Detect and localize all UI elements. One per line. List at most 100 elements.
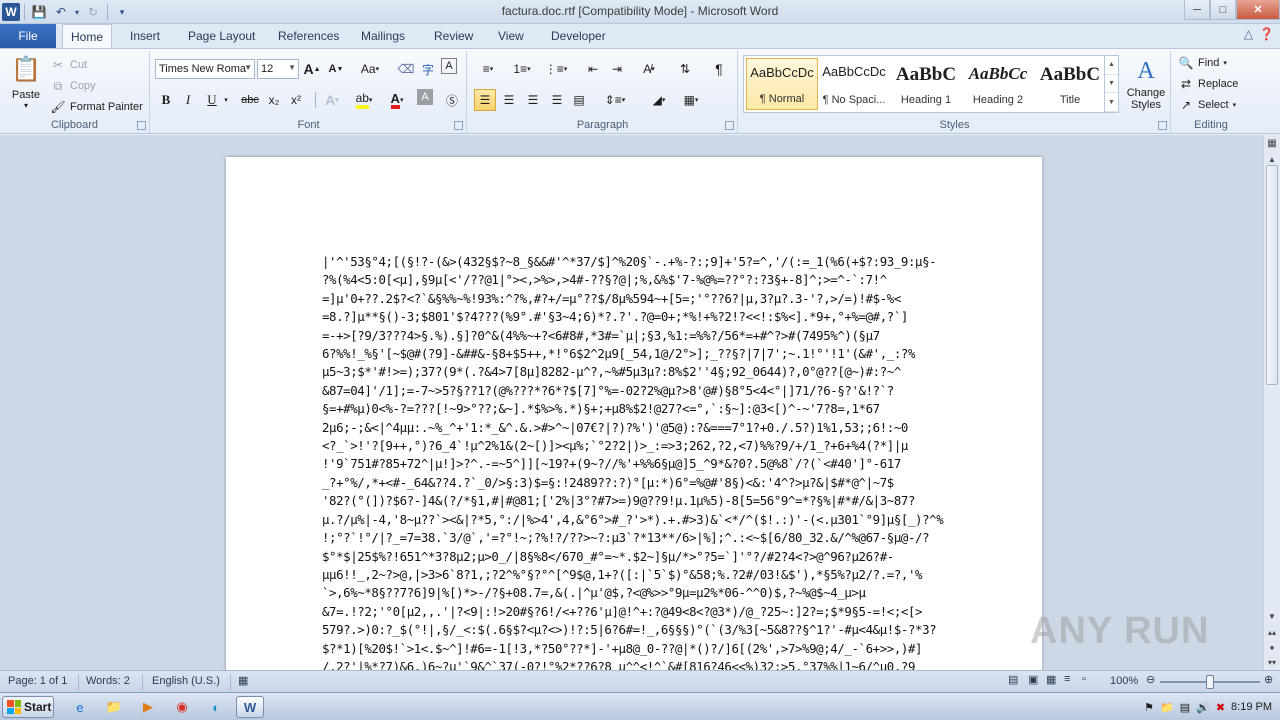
line-spacing-button[interactable]: ⇕≡ ▾ bbox=[600, 89, 630, 111]
text-effects-button[interactable]: A ▾ bbox=[321, 89, 343, 111]
scroll-up-icon[interactable]: ▲ bbox=[1105, 56, 1118, 75]
page-count[interactable]: Page: 1 of 1 bbox=[8, 675, 67, 687]
dialog-launcher-icon[interactable] bbox=[725, 121, 734, 130]
word-taskbar-icon[interactable]: W bbox=[236, 696, 264, 718]
multilevel-list-button[interactable]: ⋮≡ ▾ bbox=[542, 58, 570, 80]
web-layout-icon[interactable]: ▦ bbox=[1046, 673, 1056, 686]
numbering-button[interactable]: ⁣1≡ ▾ bbox=[508, 58, 536, 80]
font-color-button[interactable]: A ▾ bbox=[383, 89, 411, 111]
tab-review[interactable]: Review bbox=[426, 24, 481, 48]
full-screen-reading-icon[interactable]: ▣ bbox=[1028, 673, 1038, 686]
decrease-indent-icon[interactable]: ⇤ bbox=[582, 58, 604, 80]
zoom-in-icon[interactable]: ⊕ bbox=[1264, 673, 1273, 686]
clear-formatting-icon[interactable]: ⌫ bbox=[395, 58, 417, 80]
document-line[interactable]: /.2?'|%*?7)&6.)6~?µ'`9&^`37(-0?!°%2*??6?… bbox=[322, 658, 946, 670]
document-line[interactable]: _?+°%/,*+<#-_64&??4.?`_0/>§:3)$=§:!2489?… bbox=[322, 474, 946, 492]
character-border-icon[interactable]: A bbox=[441, 58, 457, 74]
document-line[interactable]: 6?%%!_%§'[~$@#(?9]-&##&-§8+$5++,*!°6$2^2… bbox=[322, 345, 946, 363]
document-line[interactable]: =-+>[?9/3???4>§.%).§]?0^&(4%%~+?<6#8#,*3… bbox=[322, 327, 946, 345]
document-page[interactable]: |'^'53§°4;[(§!?-(&>(432§$?~8_§&&#'^*37/$… bbox=[226, 157, 1042, 670]
format-painter-button[interactable]: 🖌 Format Painter bbox=[50, 97, 142, 117]
tab-insert[interactable]: Insert bbox=[122, 24, 168, 48]
document-line[interactable]: $°*$|25$%?!651^*3?8µ2;µ>0_/|8§%8</670_#°… bbox=[322, 548, 946, 566]
document-line[interactable]: &87=04]'/1];=-7~>5?§??1?(@%???*?6*?$[7]°… bbox=[322, 382, 946, 400]
document-line[interactable]: 579?.>)0:?_$(°!|,§/_<:$(.6§$?<µ?<>)!?:5|… bbox=[322, 621, 946, 639]
document-body[interactable]: |'^'53§°4;[(§!?-(&>(432§$?~8_§&&#'^*37/$… bbox=[322, 253, 946, 670]
tab-page-layout[interactable]: Page Layout bbox=[180, 24, 263, 48]
draft-icon[interactable]: ▫ bbox=[1082, 673, 1086, 685]
replace-button[interactable]: ⇄ Replace bbox=[1178, 74, 1238, 94]
font-size-combo[interactable]: 12 ▼ bbox=[257, 59, 299, 79]
find-button[interactable]: 🔍 Find ▾ bbox=[1178, 53, 1227, 73]
dialog-launcher-icon[interactable] bbox=[1158, 121, 1167, 130]
grow-font-button[interactable]: A ▲ bbox=[301, 58, 323, 80]
document-line[interactable]: ?%(%4<5:0[<µ],§9µ[<'/??@1|°><,>%>,>4#-??… bbox=[322, 271, 946, 289]
maximize-icon[interactable]: □ bbox=[1210, 0, 1236, 20]
shrink-font-button[interactable]: A ▼ bbox=[325, 58, 347, 80]
document-line[interactable]: |'^'53§°4;[(§!?-(&>(432§$?~8_§&&#'^*37/$… bbox=[322, 253, 946, 271]
chevron-down-icon[interactable]: ▼ bbox=[244, 63, 252, 72]
document-line[interactable]: µµ6!!_,2~?>@,|>3>6`8?1,;?2^%°§?°^[^9$@,1… bbox=[322, 566, 946, 584]
edge-icon[interactable]: ◐ bbox=[202, 696, 230, 718]
file-explorer-icon[interactable]: 📁 bbox=[100, 696, 128, 718]
zoom-out-icon[interactable]: ⊖ bbox=[1146, 673, 1155, 686]
tab-file[interactable]: File bbox=[0, 24, 56, 48]
internet-explorer-icon[interactable]: e bbox=[66, 696, 94, 718]
document-line[interactable]: `>,6%~*8§??7?6]9|%[)*>-/?§+08.7=,&(.|^µ'… bbox=[322, 584, 946, 602]
clock[interactable]: 8:19 PM bbox=[1231, 701, 1272, 713]
ruler-toggle-icon[interactable]: ▦ bbox=[1264, 135, 1280, 151]
folder-tray-icon[interactable]: 📁 bbox=[1160, 701, 1174, 714]
italic-button[interactable]: I bbox=[177, 89, 199, 111]
copy-button[interactable]: ⧉ Copy bbox=[50, 76, 96, 96]
close-icon[interactable]: ✕ bbox=[1236, 0, 1280, 20]
paste-button[interactable]: 📋 Paste ▾ bbox=[6, 53, 46, 111]
security-icon[interactable]: ✖ bbox=[1216, 701, 1225, 714]
network-icon[interactable]: ▤ bbox=[1180, 701, 1190, 714]
document-line[interactable]: !;°?`!°/|?_=7=38.`3/@`,'=?°!~;?%!?/??>~?… bbox=[322, 529, 946, 547]
chevron-down-icon[interactable]: ▼ bbox=[288, 63, 296, 72]
zoom-level[interactable]: 100% bbox=[1110, 675, 1138, 687]
style-normal[interactable]: AaBbCcDc ¶ Normal bbox=[746, 58, 818, 110]
style-title[interactable]: AaBbC Title bbox=[1034, 58, 1106, 110]
browse-object-icon[interactable]: ● bbox=[1264, 639, 1280, 655]
change-case-button[interactable]: Aa ▾ bbox=[355, 58, 385, 80]
previous-page-icon[interactable]: ▴▴ bbox=[1264, 624, 1280, 640]
document-line[interactable]: $?*1)[%20$!`>1<.$~^]!#6=-1[!3,*?50°??*]-… bbox=[322, 640, 946, 658]
document-line[interactable]: 2µ6;-;&<|^4µµ:.~%_^+'1:*_&^.&.>#>^~|07€?… bbox=[322, 419, 946, 437]
word-count[interactable]: Words: 2 bbox=[86, 675, 130, 687]
align-right-icon[interactable]: ☰ bbox=[522, 89, 544, 111]
macro-recording-icon[interactable]: ▦ bbox=[238, 674, 248, 687]
outline-icon[interactable]: ≡ bbox=[1064, 673, 1070, 685]
asian-layout-button[interactable]: A̸ ▾ bbox=[634, 58, 664, 80]
strikethrough-button[interactable]: abc bbox=[237, 89, 263, 111]
tab-mailings[interactable]: Mailings bbox=[353, 24, 413, 48]
style-heading-2[interactable]: AaBbCc Heading 2 bbox=[962, 58, 1034, 110]
highlight-button[interactable]: ab ▾ bbox=[349, 89, 379, 111]
justify-icon[interactable]: ☰ bbox=[546, 89, 568, 111]
dialog-launcher-icon[interactable] bbox=[454, 121, 463, 130]
font-name-combo[interactable]: Times New Roma ▼ bbox=[155, 59, 255, 79]
tab-view[interactable]: View bbox=[490, 24, 532, 48]
increase-indent-icon[interactable]: ⇥ bbox=[606, 58, 628, 80]
language-indicator[interactable]: English (U.S.) bbox=[152, 675, 220, 687]
style-no-spacing[interactable]: AaBbCcDc ¶ No Spaci... bbox=[818, 58, 890, 110]
enclose-characters-icon[interactable]: Ⓢ bbox=[441, 89, 463, 111]
start-button[interactable]: Start bbox=[2, 696, 54, 718]
scroll-down-icon[interactable]: ▼ bbox=[1105, 75, 1118, 94]
flag-icon[interactable]: ⚑ bbox=[1144, 701, 1154, 714]
underline-button[interactable]: U bbox=[201, 89, 223, 111]
show-formatting-button[interactable]: ¶ bbox=[708, 58, 730, 80]
document-line[interactable]: =8.?]µ**§()-3;$801'$?4???(%9°.#'§3~4;6)*… bbox=[322, 308, 946, 326]
vertical-scrollbar[interactable]: ▦ ▲ ▼ ▴▴ ● ▾▾ bbox=[1263, 135, 1280, 670]
document-line[interactable]: <?_`>!'?[9++,°)?6_4`!µ^2%1&(2~[)]><µ%;`°… bbox=[322, 437, 946, 455]
cut-button[interactable]: ✂ Cut bbox=[50, 55, 87, 75]
subscript-button[interactable]: x₂ bbox=[263, 89, 285, 111]
select-button[interactable]: ↗ Select ▾ bbox=[1178, 95, 1236, 115]
distributed-icon[interactable]: ▤ bbox=[568, 89, 590, 111]
borders-button[interactable]: ▦ ▾ bbox=[676, 89, 706, 111]
document-line[interactable]: '82?(°(])?$6?-]4&(?/*§1,#|#@81;['2%|3°?#… bbox=[322, 492, 946, 510]
document-line[interactable]: §=+#%µ)0<%-?=???[!~9>°??;&~].*$%>%.*)§+;… bbox=[322, 400, 946, 418]
align-left-icon[interactable]: ☰ bbox=[474, 89, 496, 111]
tab-references[interactable]: References bbox=[270, 24, 347, 48]
tab-developer[interactable]: Developer bbox=[543, 24, 614, 48]
